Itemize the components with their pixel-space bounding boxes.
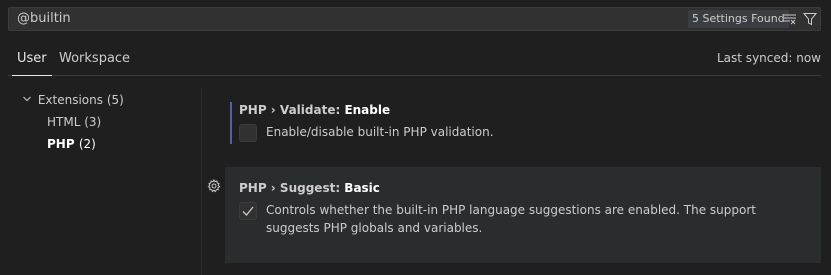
tab-user[interactable]: User <box>12 51 52 76</box>
settings-scope-tabs: User Workspace Last synced: now <box>8 48 821 76</box>
toc-item-extensions[interactable]: Extensions (5) <box>22 93 124 107</box>
toc-item-label: Extensions <box>37 93 103 107</box>
setting-category: PHP › Validate: <box>239 103 345 117</box>
setting-description: Controls whether the built-in PHP langua… <box>266 203 756 235</box>
filter-icon[interactable] <box>801 10 819 28</box>
toc-item-php[interactable]: PHP (2) <box>47 137 96 151</box>
clear-filter-icon[interactable] <box>781 10 799 28</box>
setting-description: Enable/disable built-in PHP validation. <box>266 125 494 139</box>
last-synced-status: Last synced: now <box>717 51 821 65</box>
toc-item-label: HTML <box>47 115 81 129</box>
setting-title: PHP › Validate: Enable <box>239 103 390 117</box>
toc-item-label: PHP <box>47 137 75 151</box>
setting-name: Basic <box>344 181 380 195</box>
setting-php-suggest-basic: PHP › Suggest: Basic Controls whether th… <box>225 167 821 263</box>
tab-workspace[interactable]: Workspace <box>59 51 130 75</box>
toc-divider <box>201 88 202 275</box>
gear-icon[interactable] <box>206 178 222 194</box>
toc-item-count: (2) <box>78 137 96 151</box>
setting-checkbox[interactable] <box>239 202 257 220</box>
setting-title: PHP › Suggest: Basic <box>239 181 380 195</box>
search-input[interactable]: @builtin <box>17 11 71 26</box>
setting-php-validate-enable: PHP › Validate: Enable Enable/disable bu… <box>225 97 821 147</box>
setting-category: PHP › Suggest: <box>239 181 345 195</box>
search-bar[interactable]: @builtin 5 Settings Found <box>8 7 821 31</box>
focus-indicator <box>230 102 232 144</box>
chevron-down-icon <box>22 93 34 107</box>
setting-checkbox[interactable] <box>239 124 257 142</box>
checkmark-icon <box>242 206 254 216</box>
toc-item-count: (5) <box>106 93 124 107</box>
toc-item-html[interactable]: HTML (3) <box>47 115 101 129</box>
toc-item-count: (3) <box>84 115 102 129</box>
settings-found-badge: 5 Settings Found <box>688 10 789 28</box>
setting-name: Enable <box>344 103 391 117</box>
